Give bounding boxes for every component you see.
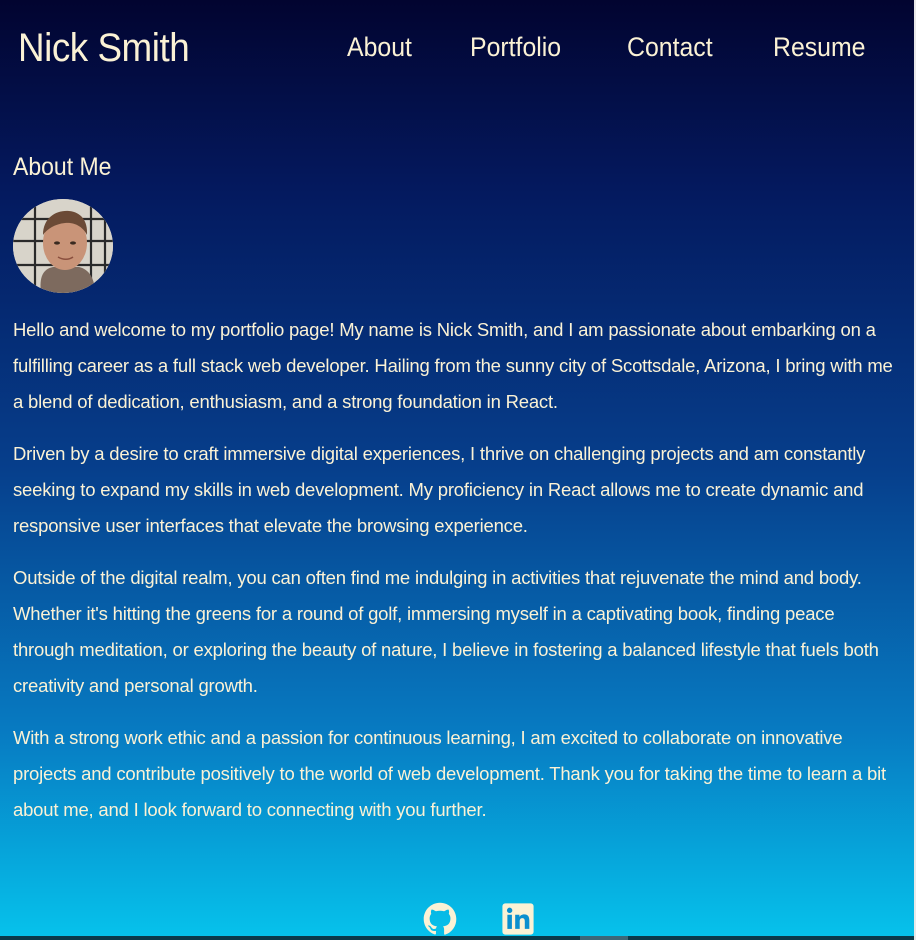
bio-paragraph: With a strong work ethic and a passion f… — [13, 727, 886, 820]
linkedin-link[interactable] — [501, 902, 535, 936]
nav-resume-link[interactable]: Resume — [773, 32, 866, 63]
bio-paragraph: Outside of the digital realm, you can of… — [13, 567, 879, 696]
nav-contact-link[interactable]: Contact — [627, 32, 713, 63]
profile-photo-icon — [13, 199, 113, 293]
bio-paragraph: Driven by a desire to craft immersive di… — [13, 443, 866, 536]
github-link[interactable] — [423, 902, 457, 936]
bio-paragraph: Hello and welcome to my portfolio page! … — [13, 319, 893, 412]
social-links — [0, 902, 916, 938]
horizontal-scrollbar[interactable] — [0, 936, 916, 940]
site-header: Nick Smith About Portfolio Contact Resum… — [0, 0, 916, 110]
linkedin-icon — [502, 903, 534, 935]
main-nav: About Portfolio Contact Resume — [0, 32, 916, 72]
nav-about-link[interactable]: About — [347, 32, 412, 63]
about-heading: About Me — [13, 153, 112, 181]
nav-portfolio-link[interactable]: Portfolio — [470, 32, 561, 63]
profile-avatar — [13, 199, 113, 293]
about-bio: Hello and welcome to my portfolio page! … — [13, 312, 898, 844]
scrollbar-thumb[interactable] — [580, 936, 628, 940]
github-icon — [423, 902, 457, 935]
